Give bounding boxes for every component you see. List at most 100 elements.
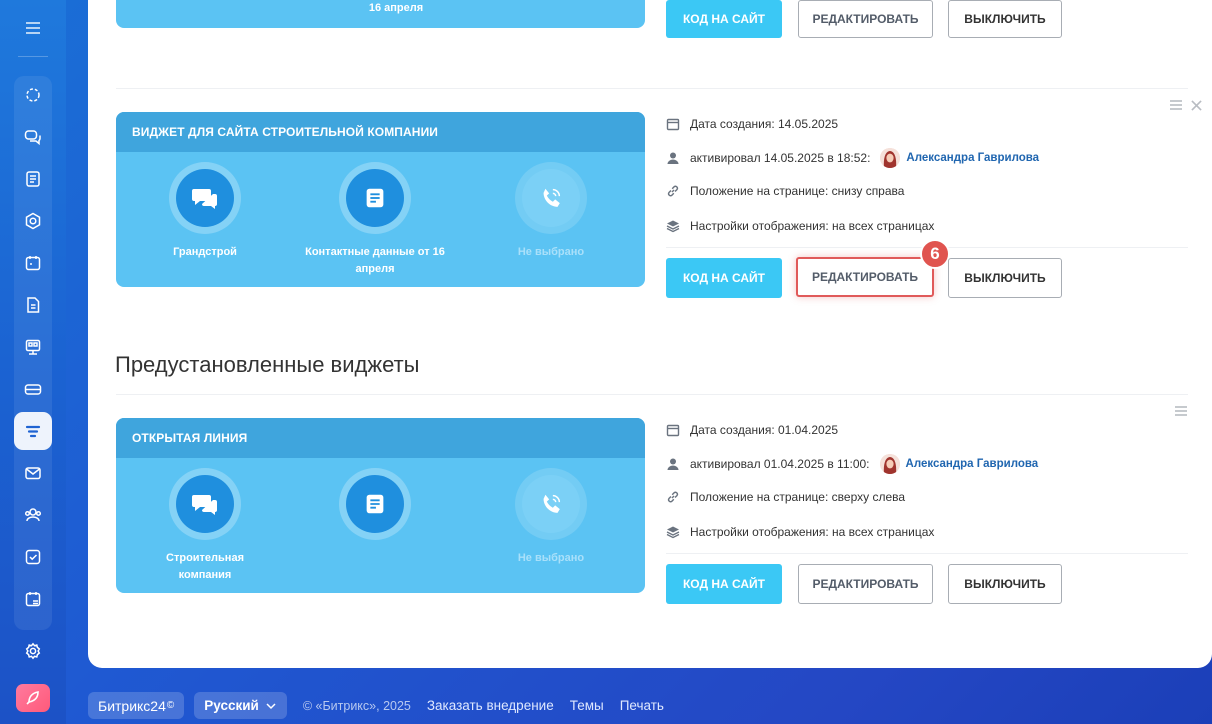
widget-card[interactable]: ВИДЖЕТ ДЛЯ САЙТА СТРОИТЕЛЬНОЙ КОМПАНИИ Г… [116, 112, 645, 287]
display-value: на всех страницах [832, 525, 935, 539]
link-icon [666, 490, 680, 504]
layers-icon [666, 525, 680, 539]
chevron-down-icon [266, 702, 276, 709]
position-value: сверху слева [831, 490, 906, 504]
widget-slot: Грандстрой [130, 162, 280, 261]
employees-icon[interactable] [14, 496, 52, 534]
drag-handle-icon[interactable] [1174, 404, 1188, 418]
brand-label: Битрикс24 [98, 697, 166, 714]
position-value: снизу справа [831, 184, 905, 198]
edit-button[interactable]: РЕДАКТИРОВАТЬ [798, 0, 933, 38]
form-icon [366, 494, 384, 514]
phone-icon [543, 494, 561, 513]
language-label: Русский [204, 698, 259, 713]
news-icon[interactable] [14, 160, 52, 198]
step-badge: 6 [920, 239, 950, 269]
widget-actions [1169, 98, 1202, 112]
widget-slot-label: Не выбрано [517, 246, 585, 258]
user-icon [666, 457, 680, 471]
widget-slot: Не выбрано [476, 162, 626, 261]
divider [116, 394, 1188, 395]
form-icon [366, 188, 384, 208]
brand-button[interactable]: Битрикс24 © [88, 692, 185, 719]
widget-slot-label: Не выбрано [517, 552, 585, 564]
disable-button[interactable]: ВЫКЛЮЧИТЬ [948, 0, 1062, 38]
code-to-site-button[interactable]: КОД НА САЙТ [666, 258, 782, 298]
activated-text: активировал 01.04.2025 в 11:00: [690, 457, 870, 471]
inventory-icon[interactable] [14, 370, 52, 408]
section-title: Предустановленные виджеты [115, 352, 420, 377]
chat-icon [192, 189, 217, 209]
menu-icon[interactable] [23, 18, 43, 38]
widget-meta: Дата создания: 01.04.2025 активировал 01… [666, 418, 1186, 548]
display-label: Настройки отображения: [690, 525, 829, 539]
copyright: © «Битрикс», 2025 [302, 698, 411, 713]
drag-handle-icon[interactable] [1169, 98, 1183, 112]
disable-button[interactable]: ВЫКЛЮЧИТЬ [948, 564, 1062, 604]
projects-icon[interactable] [14, 328, 52, 366]
disable-button[interactable]: ВЫКЛЮЧИТЬ [948, 258, 1062, 298]
position-label: Положение на странице: [690, 490, 829, 504]
position-label: Положение на странице: [690, 184, 829, 198]
link-icon [666, 184, 680, 198]
settings-icon[interactable] [14, 632, 52, 670]
created-label: Дата создания: [690, 117, 775, 131]
widget-title: ОТКРЫТАЯ ЛИНИЯ [116, 418, 645, 458]
widget-card-top: 16 апреля [116, 0, 645, 28]
documents-icon[interactable] [14, 286, 52, 324]
widget-actions [1174, 404, 1188, 418]
calendar-icon [666, 423, 680, 437]
rail-divider [18, 56, 48, 57]
widget-slot [300, 468, 450, 550]
crm-icon[interactable] [14, 202, 52, 240]
widget-slot: Контактные данные от 16 апреля [300, 162, 450, 278]
close-icon[interactable] [1191, 99, 1202, 111]
created-label: Дата создания: [690, 423, 775, 437]
planner-icon[interactable] [14, 580, 52, 618]
code-to-site-button[interactable]: КОД НА САЙТ [666, 564, 782, 604]
user-icon [666, 151, 680, 165]
widget-slot: Не выбрано [476, 468, 626, 567]
display-label: Настройки отображения: [690, 219, 829, 233]
left-rail [0, 0, 66, 724]
language-select[interactable]: Русский [194, 692, 287, 719]
divider [666, 553, 1188, 554]
print-link[interactable]: Печать [620, 698, 664, 713]
widget-slot-label: 16 апреля [368, 2, 424, 14]
widget-slot-label: Строительная компания [166, 552, 244, 581]
activity-icon[interactable] [14, 76, 52, 114]
edit-button[interactable]: РЕДАКТИРОВАТЬ [798, 564, 933, 604]
widget-meta: Дата создания: 14.05.2025 активировал 14… [666, 112, 1186, 242]
display-value: на всех страницах [832, 219, 935, 233]
user-link[interactable]: Александра Гаврилова [906, 458, 1039, 470]
widget-title: ВИДЖЕТ ДЛЯ САЙТА СТРОИТЕЛЬНОЙ КОМПАНИИ [116, 112, 645, 152]
created-date: 14.05.2025 [778, 117, 839, 131]
user-link[interactable]: Александра Гаврилова [906, 152, 1039, 164]
chat-icon [192, 495, 217, 515]
avatar [879, 454, 900, 474]
layers-icon [666, 219, 680, 233]
tasks-icon[interactable] [14, 538, 52, 576]
widget-slot-label: Контактные данные от 16 апреля [305, 246, 445, 275]
rocket-icon[interactable] [16, 684, 50, 712]
widget-card[interactable]: ОТКРЫТАЯ ЛИНИЯ Строительная компания Не … [116, 418, 645, 593]
mail-icon[interactable] [14, 454, 52, 492]
footer: Битрикс24 © Русский © «Битрикс», 2025 Зак… [88, 692, 664, 719]
funnel-icon[interactable] [14, 412, 52, 450]
chat-icon[interactable] [14, 118, 52, 156]
code-to-site-button[interactable]: КОД НА САЙТ [666, 0, 782, 38]
edit-button[interactable]: РЕДАКТИРОВАТЬ [796, 257, 934, 297]
main-card: 16 апреля КОД НА САЙТ РЕДАКТИРОВАТЬ ВЫКЛ… [88, 0, 1212, 668]
calendar-icon[interactable] [14, 244, 52, 282]
calendar-icon [666, 117, 680, 131]
widget-slot: Строительная компания [130, 468, 280, 584]
widget-slot-label: Грандстрой [173, 246, 237, 258]
avatar [880, 148, 901, 168]
phone-icon [543, 188, 561, 207]
order-implementation-link[interactable]: Заказать внедрение [427, 698, 554, 713]
activated-text: активировал 14.05.2025 в 18:52: [690, 151, 871, 165]
divider [116, 88, 1188, 89]
brand-mark: © [166, 700, 175, 711]
themes-link[interactable]: Темы [570, 698, 604, 713]
created-date: 01.04.2025 [778, 423, 839, 437]
